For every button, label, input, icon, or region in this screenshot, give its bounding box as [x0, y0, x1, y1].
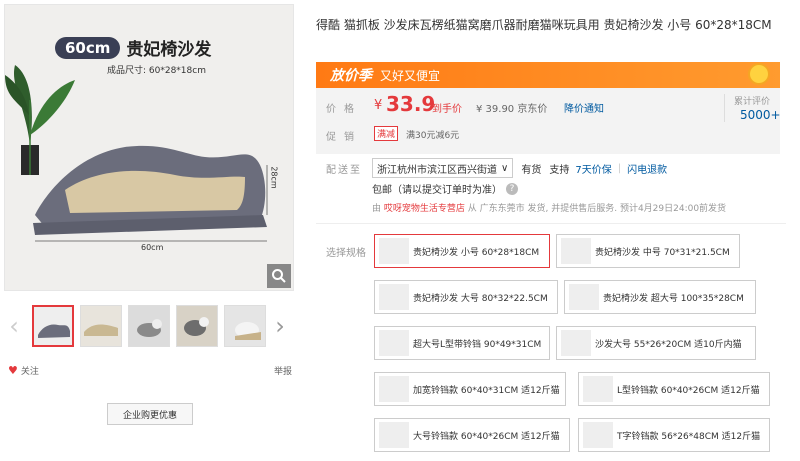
location-value: 浙江杭州市滨江区西兴街道: [377, 164, 497, 176]
spec-option-label: 沙发大号 55*26*20CM 适10斤内猫: [595, 339, 742, 350]
shipping-label: 配送至: [326, 164, 362, 176]
spec-thumb-image: [583, 376, 613, 402]
spec-option-label: T字铃铛款 56*26*48CM 适12斤猫: [617, 431, 761, 442]
free-shipping-note: 包邮（请以提交订单时为准） ?: [372, 181, 518, 196]
heart-icon: ♥: [8, 364, 18, 377]
spec-option-label: 贵妃椅沙发 中号 70*31*21.5CM: [595, 247, 730, 258]
promo-banner-small: 又好又便宜: [380, 68, 441, 83]
zoom-button[interactable]: [267, 264, 291, 288]
review-count-link[interactable]: 5000+: [740, 108, 781, 122]
jd-price: ¥ 39.90 京东价: [476, 104, 548, 115]
spec-thumb-image: [379, 284, 409, 310]
image-title: 贵妃椅沙发: [126, 40, 212, 60]
spec-label: 选择规格: [326, 248, 366, 259]
price-box: 价格 ¥ 33.9 到手价 ¥ 39.90 京东价 降价通知 累计评价 5000…: [316, 88, 781, 154]
thumbnail-strip: ‹ ›: [4, 303, 294, 349]
price-tag: 到手价: [432, 104, 462, 115]
fast-refund-link[interactable]: 闪电退款: [627, 161, 667, 176]
main-product-image[interactable]: 60cm 贵妃椅沙发 成品尺寸: 60*28*18cm 28cm 60cm: [4, 4, 294, 291]
promo-label: 促销: [326, 132, 362, 143]
seller-prefix: 由: [372, 204, 382, 214]
thumbnail-3[interactable]: [128, 305, 170, 347]
image-headline: 60cm 贵妃椅沙发: [55, 35, 211, 60]
dim-width-label: 60cm: [141, 243, 164, 252]
thumbnail-list: [32, 305, 266, 347]
thumb-prev-button[interactable]: ‹: [4, 304, 24, 348]
thumb-cat-image: [177, 306, 217, 346]
promo-text: 满30元减6元: [406, 131, 460, 141]
store-link[interactable]: 哎呀宠物生活专营店: [384, 204, 465, 214]
review-divider: [724, 94, 725, 122]
thumb-next-button[interactable]: ›: [270, 304, 290, 348]
spec-option-label: 贵妃椅沙发 大号 80*32*22.5CM: [413, 293, 548, 304]
spec-thumb-image: [379, 422, 409, 448]
price-value: 33.9: [386, 92, 436, 116]
separator: |: [617, 162, 622, 174]
price-label: 价格: [326, 104, 362, 115]
spec-option-2[interactable]: 贵妃椅沙发 中号 70*31*21.5CM: [556, 234, 740, 268]
thumb-sofa-image: [34, 307, 72, 345]
spec-thumb-image: [561, 238, 591, 264]
promo-banner: 放价季 又好又便宜: [316, 62, 780, 88]
price-protect-link[interactable]: 7天价保: [575, 161, 611, 176]
thumbnail-1[interactable]: [32, 305, 74, 347]
dim-height-label: 28cm: [269, 166, 279, 189]
seller-info: 由 哎呀宠物生活专营店 从 广东东莞市 发货, 并提供售后服务. 预计4月29日…: [372, 201, 726, 214]
price-currency: ¥: [374, 98, 383, 113]
spec-option-1[interactable]: 贵妃椅沙发 小号 60*28*18CM: [374, 234, 550, 268]
promo-banner-big: 放价季: [330, 68, 372, 84]
magnifier-icon: [272, 269, 286, 283]
promo-tag: 满减: [374, 126, 399, 141]
question-icon[interactable]: ?: [506, 182, 518, 195]
thumb-cat-image: [129, 306, 169, 346]
sun-icon: [748, 63, 770, 85]
size-badge: 60cm: [55, 36, 121, 59]
image-size-text: 成品尺寸: 60*28*18cm: [107, 66, 206, 76]
spec-thumb-image: [569, 284, 599, 310]
follow-label: 关注: [20, 367, 39, 377]
spec-thumb-image: [379, 330, 409, 356]
spec-option-9[interactable]: 大号铃铛款 60*40*26CM 适12斤猫: [374, 418, 570, 452]
spec-thumb-image: [583, 422, 613, 448]
spec-option-10[interactable]: T字铃铛款 56*26*48CM 适12斤猫: [578, 418, 770, 452]
spec-option-label: L型铃铛款 60*40*26CM 适12斤猫: [617, 385, 760, 396]
spec-option-7[interactable]: 加宽铃铛款 60*40*31CM 适12斤猫: [374, 372, 566, 406]
spec-option-label: 贵妃椅沙发 超大号 100*35*28CM: [603, 293, 744, 304]
spec-option-4[interactable]: 贵妃椅沙发 超大号 100*35*28CM: [564, 280, 756, 314]
spec-option-8[interactable]: L型铃铛款 60*40*26CM 适12斤猫: [578, 372, 770, 406]
business-purchase-button[interactable]: 企业购更优惠: [107, 403, 193, 425]
spec-thumb-image: [379, 376, 409, 402]
thumbnail-5[interactable]: [224, 305, 266, 347]
spec-option-6[interactable]: 沙发大号 55*26*20CM 适10斤内猫: [556, 326, 756, 360]
spec-option-3[interactable]: 贵妃椅沙发 大号 80*32*22.5CM: [374, 280, 558, 314]
spec-option-label: 加宽铃铛款 60*40*31CM 适12斤猫: [413, 385, 560, 396]
follow-row: ♥ 关注 举报: [8, 364, 292, 377]
thumb-cat-image: [225, 306, 265, 346]
price-notify-link[interactable]: 降价通知: [564, 100, 604, 115]
follow-button[interactable]: ♥ 关注: [8, 364, 39, 377]
spec-option-label: 贵妃椅沙发 小号 60*28*18CM: [413, 247, 540, 258]
stock-status: 有货: [521, 164, 542, 176]
seller-suffix: 从 广东东莞市 发货, 并提供售后服务. 预计4月29日24:00前发货: [467, 204, 727, 214]
report-link[interactable]: 举报: [274, 364, 292, 377]
location-select[interactable]: 浙江杭州市滨江区西兴街道 ∨: [372, 158, 514, 178]
thumbnail-2[interactable]: [80, 305, 122, 347]
thumb-sofa-image: [81, 306, 121, 346]
shipping-row: 配送至 浙江杭州市滨江区西兴街道 ∨ 有货 支持 7天价保 | 闪电退款: [316, 158, 786, 178]
review-label: 累计评价: [734, 97, 771, 107]
free-shipping-text: 包邮（请以提交订单时为准）: [372, 185, 502, 196]
spec-option-label: 超大号L型带铃铛 90*49*31CM: [413, 339, 542, 350]
spec-option-label: 大号铃铛款 60*40*26CM 适12斤猫: [413, 431, 560, 442]
product-title: 得酷 猫抓板 沙发床瓦楞纸猫窝磨爪器耐磨猫咪玩具用 贵妃椅沙发 小号 60*28…: [316, 18, 772, 32]
chevron-down-icon: ∨: [501, 162, 509, 174]
section-divider: [316, 223, 786, 224]
spec-option-5[interactable]: 超大号L型带铃铛 90*49*31CM: [374, 326, 550, 360]
thumbnail-4[interactable]: [176, 305, 218, 347]
spec-thumb-image: [561, 330, 591, 356]
support-label: 支持: [549, 164, 570, 176]
spec-thumb-image: [379, 238, 409, 264]
